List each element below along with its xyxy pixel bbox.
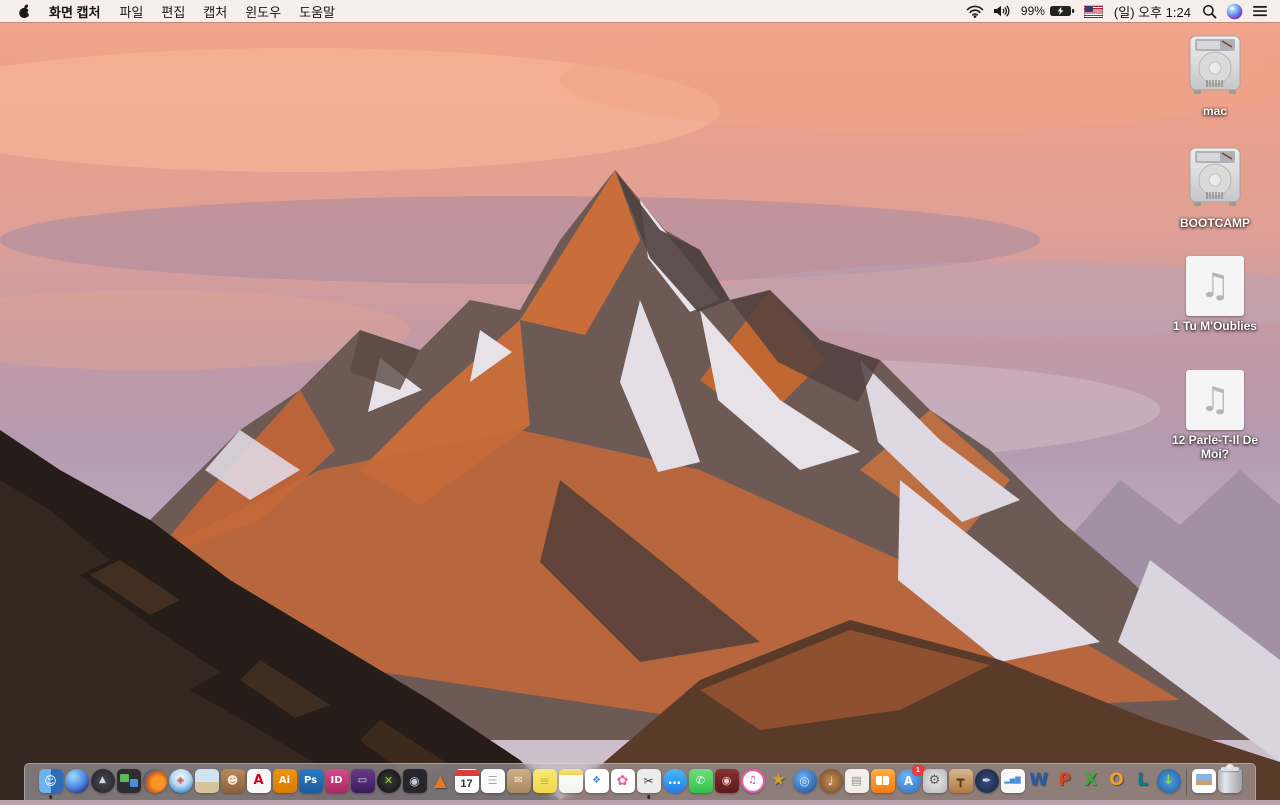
desktop-icon-label: BOOTCAMP (1180, 216, 1250, 230)
dock-illustrator-icon[interactable]: Ai (272, 768, 297, 793)
running-indicator-dot (48, 795, 53, 799)
menu-window[interactable]: 윈도우 (236, 0, 290, 22)
dock-vlc-icon[interactable]: ▲ (429, 769, 453, 793)
desktop-icon-label: mac (1202, 104, 1228, 118)
dock-contacts-icon[interactable]: ☻ (220, 768, 245, 793)
wifi-status[interactable] (966, 0, 984, 22)
music-note-icon: ♫ (1199, 266, 1231, 306)
dock-finder-icon[interactable]: ☺ (38, 768, 63, 799)
dock-toast-icon[interactable]: ▭ (350, 768, 375, 793)
dock-photo-booth-icon[interactable]: ◉ (714, 768, 739, 793)
desktop-icon-label: 1 Tu M'Oublies (1173, 319, 1257, 333)
notification-center-button[interactable] (1252, 0, 1268, 22)
apple-logo-icon (19, 4, 31, 18)
desktop-wallpaper (0, 0, 1280, 800)
input-language-status[interactable] (1083, 0, 1103, 22)
siri-icon (1226, 3, 1243, 19)
dock-app-store-icon[interactable]: A1 (896, 764, 925, 793)
hard-drive-icon (1189, 35, 1241, 94)
dock-safari-icon[interactable]: ◈ (168, 768, 193, 793)
dock-archive-utility-icon[interactable]: ✉ (506, 768, 531, 793)
dock-calendar-icon[interactable]: 17 (454, 768, 479, 793)
menu-clock[interactable]: (일) 오후 1:24 (1112, 0, 1193, 22)
dock-mission-control-icon[interactable] (116, 768, 141, 793)
dock-photoshop-icon[interactable]: Ps (298, 768, 323, 793)
battery-status[interactable]: 99% (1021, 0, 1075, 22)
menu-file[interactable]: 파일 (110, 0, 152, 22)
dock-lync-icon[interactable]: L (1131, 769, 1155, 793)
dock-dvd-ripper-icon[interactable]: ◎ (792, 768, 817, 793)
audio-file-icon: ♫ (1186, 370, 1244, 430)
dock-document-app-icon[interactable]: ❖ (584, 768, 609, 793)
dock-indesign-icon[interactable]: ID (324, 768, 349, 793)
desktop-icon-audio-1[interactable]: ♫ 1 Tu M'Oublies (1160, 256, 1270, 333)
dock-acrobat-reader-icon[interactable]: A (246, 768, 271, 793)
dock-launchpad-icon[interactable]: ▲ (90, 768, 115, 793)
menu-help[interactable]: 도움말 (290, 0, 344, 22)
dock-photos-icon[interactable]: ✿ (610, 768, 635, 793)
siri-menu-button[interactable] (1226, 0, 1243, 22)
dock-outlook-icon[interactable]: O (1105, 769, 1129, 793)
audio-file-icon: ♫ (1186, 256, 1244, 316)
dock-document-file-icon[interactable] (1191, 768, 1216, 793)
dock-facetime-icon[interactable]: ✆ (688, 768, 713, 793)
dock-grab-icon[interactable]: ✂ (636, 768, 661, 799)
dock-firefox-icon[interactable] (142, 768, 167, 793)
dock-ibooks-icon[interactable] (870, 768, 895, 793)
desktop-icon-label: 12 Parle-T-Il De Moi? (1171, 433, 1259, 461)
menu-bar: 화면 캡처 파일 편집 캡처 윈도우 도움말 99% (일) 오후 1:24 (0, 0, 1280, 22)
menu-edit[interactable]: 편집 (152, 0, 194, 22)
dock-imovie-icon[interactable]: ★ (767, 769, 791, 793)
dock-stickies-icon[interactable]: ≡ (532, 768, 557, 793)
dock-powerpoint-icon[interactable]: P (1053, 769, 1077, 793)
desktop-icon-mac[interactable]: mac (1160, 34, 1270, 118)
dock-separator (1185, 768, 1187, 796)
dock-garageband-icon[interactable]: ♩ (818, 768, 843, 793)
dock-numbers-icon[interactable]: ▂▅▇ (1000, 768, 1025, 793)
dock-preview-icon[interactable] (194, 768, 219, 793)
wifi-icon (966, 5, 984, 18)
dock-pages-icon[interactable]: ✒ (974, 768, 999, 793)
search-icon (1203, 4, 1217, 18)
dock-reminders-icon[interactable]: ☰ (480, 768, 505, 793)
dock-downloader-icon[interactable]: ↓ (1156, 768, 1181, 793)
dock-messages-icon[interactable]: … (662, 768, 687, 793)
dock-trash-icon[interactable] (1217, 763, 1242, 793)
battery-percent: 99% (1020, 4, 1045, 18)
dock-itunes-icon[interactable]: ♫ (740, 768, 765, 793)
spotlight-button[interactable] (1202, 0, 1217, 22)
hard-drive-icon (1189, 147, 1241, 206)
list-icon (1253, 6, 1267, 17)
desktop-icon-bootcamp[interactable]: BOOTCAMP (1160, 146, 1270, 230)
menu-capture[interactable]: 캡처 (194, 0, 236, 22)
dock: ☺ ▲ ◈ ☻ A Ai Ps ID ▭ ✕ ◉ ▲ 17 ☰ ✉ ≡ ❖ ✿ ✂… ✆ ◉ ♫ ★ ◎ ♩ ▤ A 1 ⚙ ┳ ✒ ▂▅▇ W… (24, 763, 1256, 800)
dock-newsletter-app-icon[interactable]: ▤ (844, 768, 869, 793)
dock-siri-icon[interactable] (64, 768, 89, 793)
volume-status[interactable] (993, 0, 1012, 22)
running-indicator-dot (646, 795, 651, 799)
dock-xilisoft-converter-icon[interactable]: ✕ (376, 768, 401, 793)
dock-keynote-icon[interactable]: ┳ (948, 768, 973, 793)
music-note-icon: ♫ (1199, 380, 1231, 420)
app-menu-title[interactable]: 화면 캡처 (39, 0, 110, 22)
desktop-icon-audio-2[interactable]: ♫ 12 Parle-T-Il De Moi? (1160, 370, 1270, 461)
battery-charging-icon (1049, 6, 1075, 16)
dock-disc-utility-icon[interactable]: ◉ (402, 768, 427, 793)
apple-menu[interactable] (12, 0, 39, 22)
dock-system-preferences-icon[interactable]: ⚙ (922, 768, 947, 793)
volume-icon (993, 5, 1010, 17)
us-flag-icon (1083, 4, 1103, 18)
dock-word-icon[interactable]: W (1027, 769, 1051, 793)
dock-excel-icon[interactable]: X (1079, 769, 1103, 793)
dock-notes-icon[interactable] (558, 768, 583, 793)
